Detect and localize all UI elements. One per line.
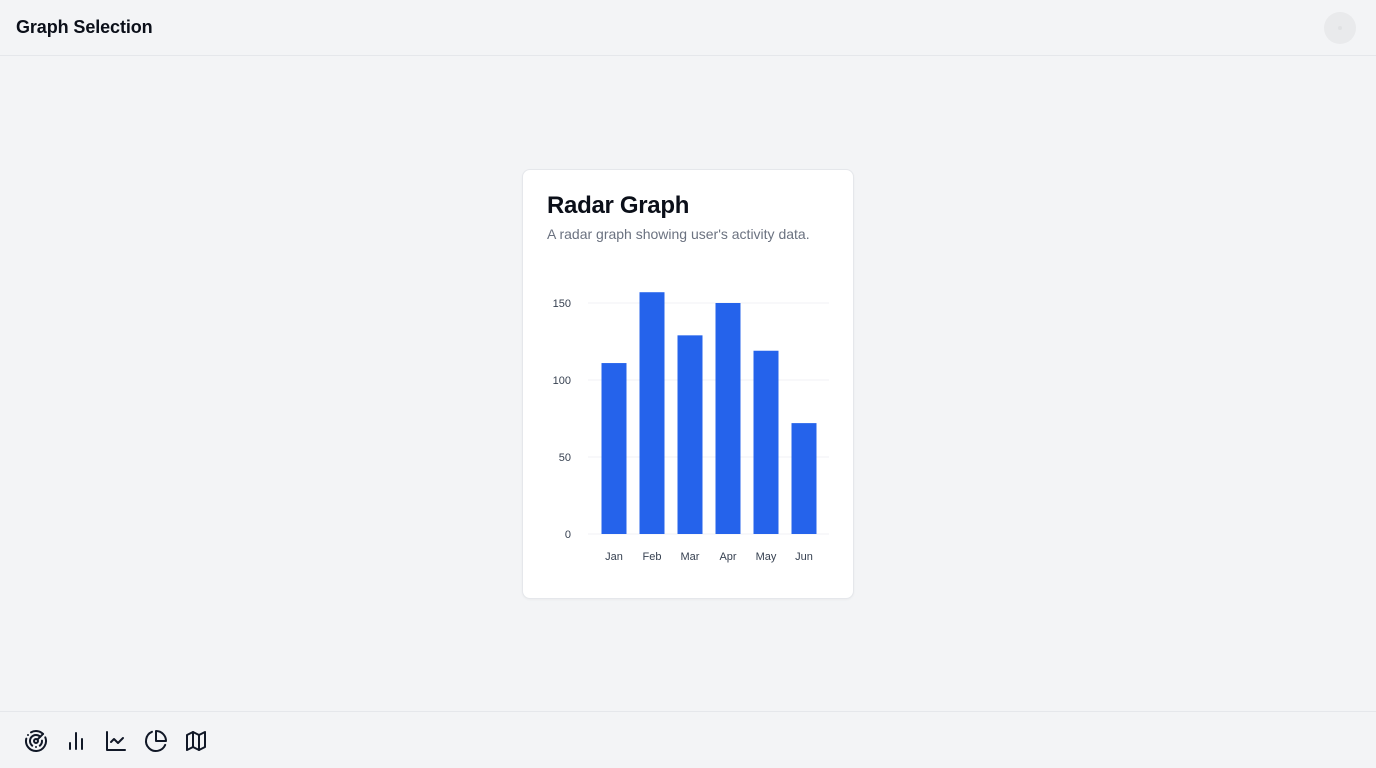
x-tick-label: Jan	[605, 551, 623, 563]
app-title: Graph Selection	[16, 17, 153, 37]
bar-mar[interactable]	[677, 335, 703, 534]
x-tick-label: Jun	[795, 551, 813, 563]
x-tick-label: Mar	[681, 551, 700, 563]
graph-type-toolbar	[0, 711, 1376, 768]
bar-feb[interactable]	[639, 292, 665, 534]
bar-chart-icon[interactable]	[63, 728, 89, 754]
bar-jun[interactable]	[791, 423, 817, 534]
radar-icon[interactable]	[23, 728, 49, 754]
pie-chart-icon[interactable]	[143, 728, 169, 754]
top-bar: Graph Selection	[0, 0, 1376, 56]
x-tick-label: Apr	[719, 551, 736, 563]
bar-chart: 0 50 100 150 Jan Feb Mar Apr May Jun	[553, 292, 829, 563]
bar-jan[interactable]	[601, 363, 627, 534]
graph-card: Radar Graph A radar graph showing user's…	[522, 169, 854, 599]
y-tick-label: 150	[553, 298, 571, 310]
map-icon[interactable]	[183, 728, 209, 754]
y-tick-label: 50	[559, 452, 571, 464]
y-tick-label: 0	[565, 529, 571, 541]
x-tick-label: Feb	[643, 551, 662, 563]
line-chart-icon[interactable]	[103, 728, 129, 754]
user-avatar-icon[interactable]	[1324, 12, 1356, 44]
bar-apr[interactable]	[715, 303, 741, 534]
x-tick-label: May	[756, 551, 777, 563]
bar-may[interactable]	[753, 350, 779, 534]
y-tick-label: 100	[553, 375, 571, 387]
